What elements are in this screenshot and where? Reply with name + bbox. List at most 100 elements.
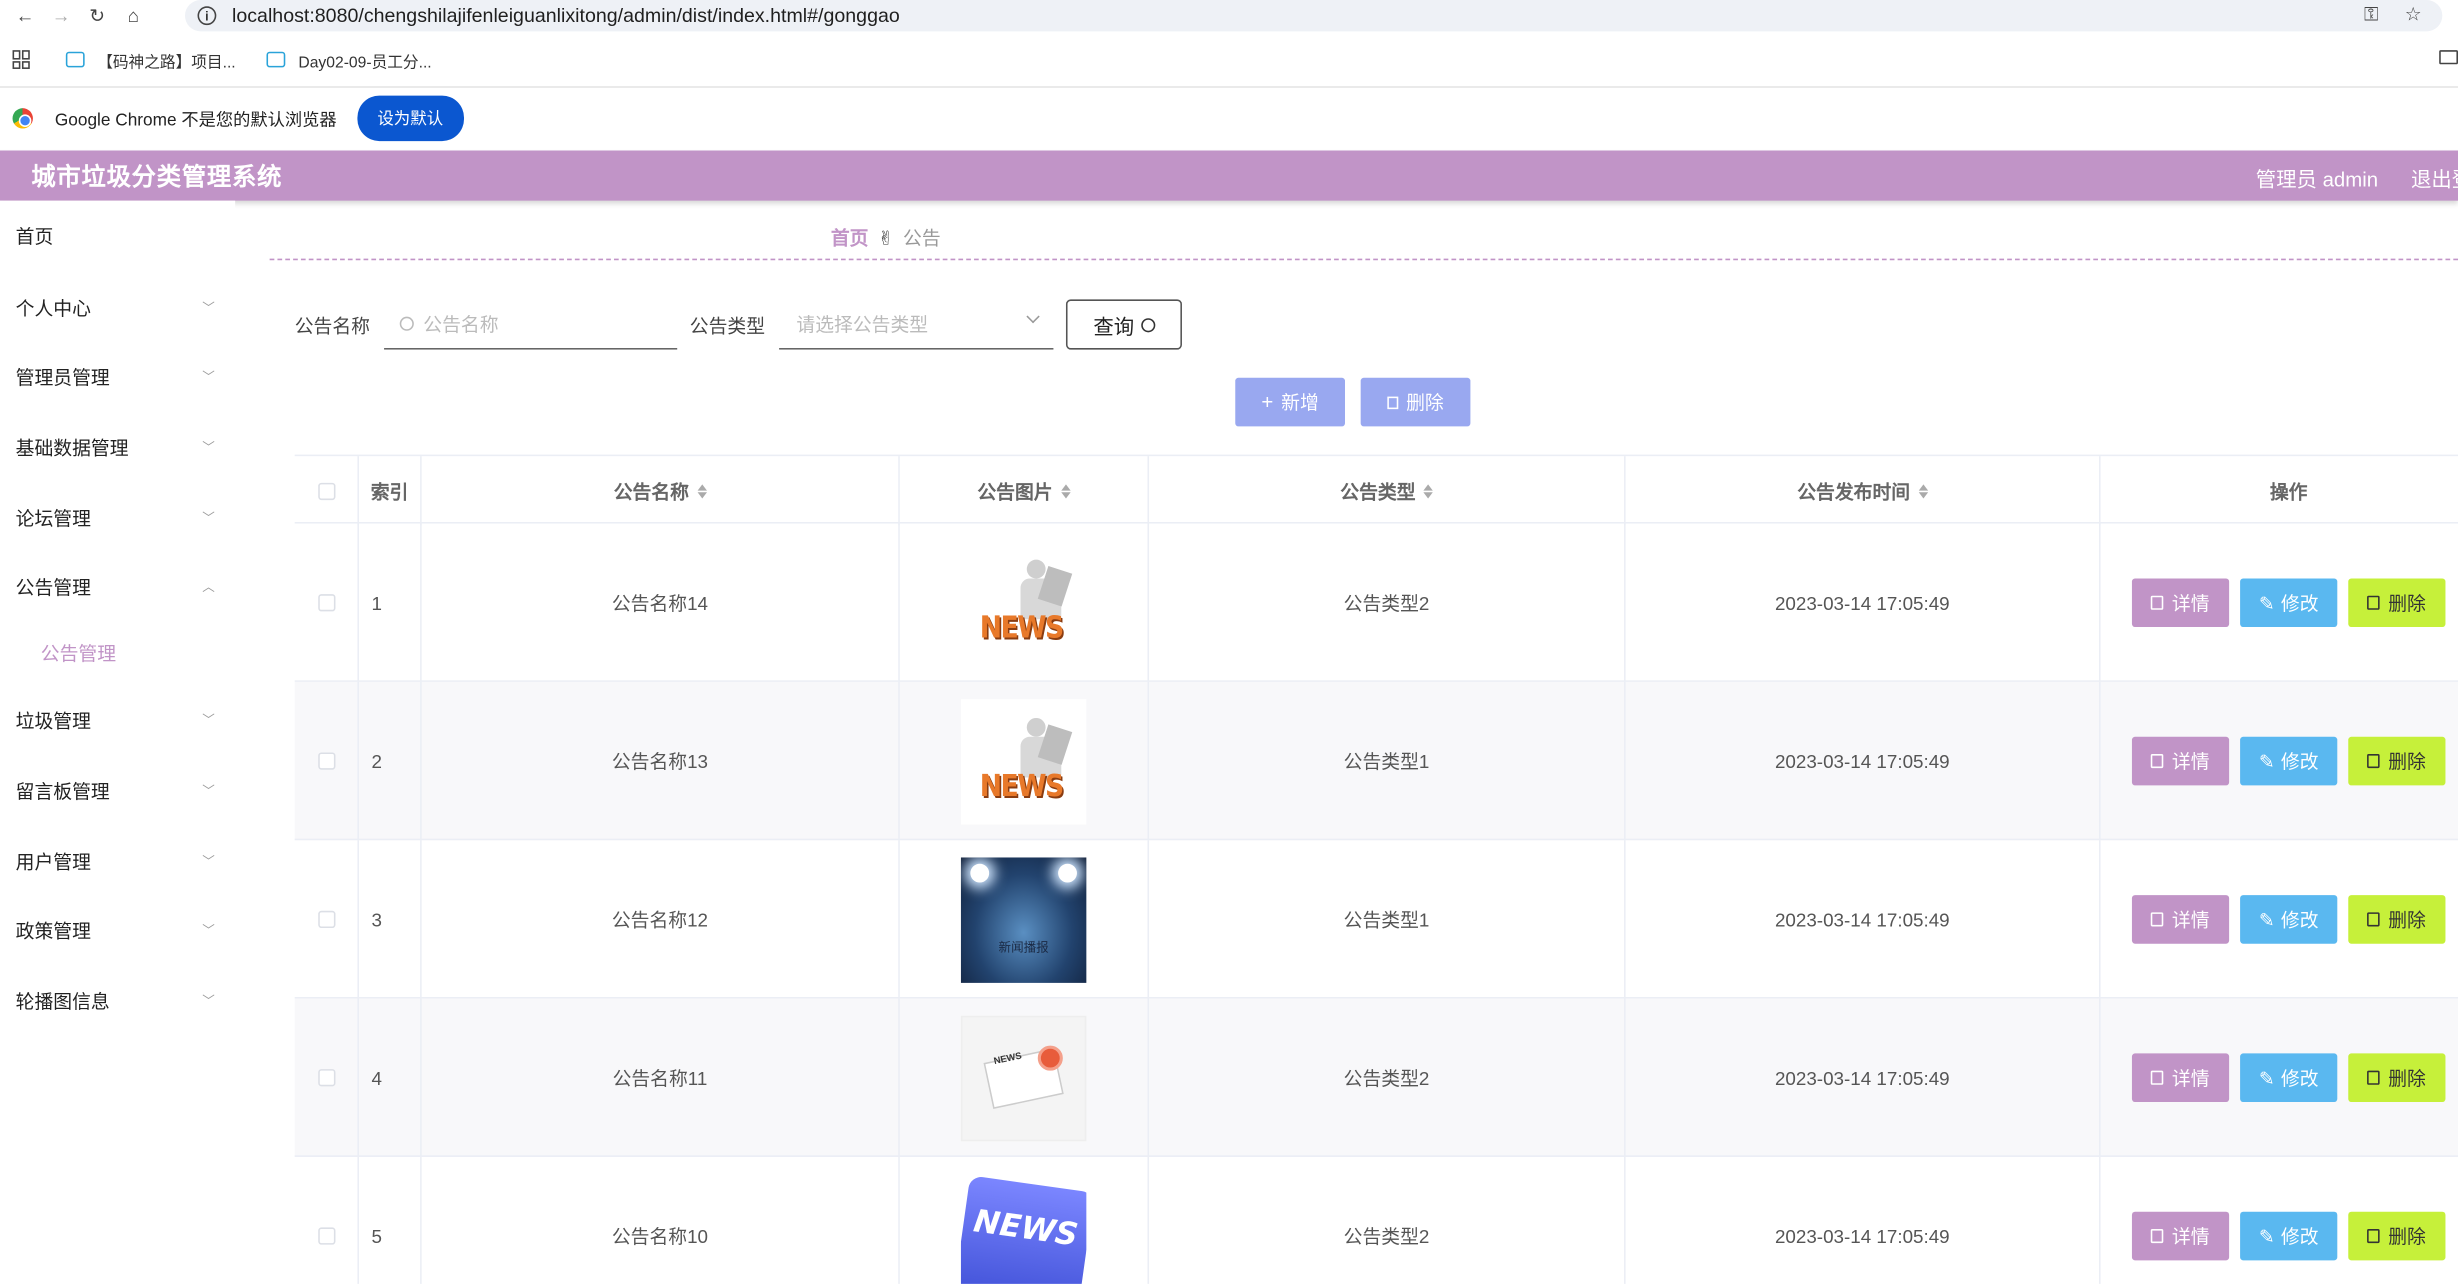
row-checkbox[interactable] [317,752,335,770]
edit-button[interactable]: ✎ 修改 [2240,578,2338,628]
sidebar-item-users[interactable]: 用户管理 ﹀ [0,826,235,895]
delete-button[interactable]: 删除 [2348,895,2446,944]
detail-label: 详情 [2171,1225,2210,1248]
sort-icon[interactable] [1917,483,1928,498]
browser-toolbar: ← → ↻ ⌂ i localhost:8080/chengshilajifen… [0,0,2458,32]
row-image-cell: NEWS [900,523,1150,682]
detail-button[interactable]: 详情 [2131,1053,2230,1103]
table-row: 1 公告名称14 NEWS 公告类型2 2023-03-14 17:05:49 … [294,523,2458,682]
sidebar-item-garbage[interactable]: 垃圾管理 ﹀ [0,685,235,754]
sidebar-item-message-board[interactable]: 留言板管理 ﹀ [0,756,235,825]
search-icon [399,316,414,331]
detail-button[interactable]: 详情 [2131,736,2230,786]
sidebar-item-policy[interactable]: 政策管理 ﹀ [0,895,235,964]
row-ops: 详情 ✎ 修改 删除 [2101,840,2458,998]
sidebar-item-forum[interactable]: 论坛管理 ﹀ [0,483,235,552]
sidebar-item-profile[interactable]: 个人中心 ﹀ [0,273,235,342]
table-row: 3 公告名称12 新闻播报 公告类型1 2023-03-14 17:05:49 … [294,840,2458,999]
address-url[interactable]: localhost:8080/chengshilajifenleiguanlix… [232,5,900,27]
sidebar-item-carousel[interactable]: 轮播图信息 ﹀ [0,966,235,1035]
key-icon[interactable]: ⚿ [2364,3,2378,27]
sidebar-item-admin[interactable]: 管理员管理 ﹀ [0,342,235,411]
apps-grid-icon[interactable] [12,50,32,69]
sidebar-subitem-notice-manage[interactable]: 公告管理 [41,640,116,667]
chevron-down-icon: ﹀ [202,439,215,454]
row-index: 4 [359,998,422,1157]
row-select-cell [295,681,359,841]
app-header: 城市垃圾分类管理系统 管理员 admin 退出登 [0,150,2458,201]
row-checkbox[interactable] [317,1227,335,1245]
logout-link[interactable]: 退出登 [2411,163,2458,193]
th-time[interactable]: 公告发布时间 [1626,456,2101,526]
bookmark-2-label: Day02-09-员工分... [298,54,432,72]
edit-button[interactable]: ✎ 修改 [2240,895,2338,944]
news-figure-image[interactable]: NEWS [960,698,1087,824]
sort-icon[interactable] [1423,483,1433,498]
row-checkbox[interactable] [317,910,335,929]
th-image[interactable]: 公告图片 [900,456,1150,526]
star-icon[interactable]: ☆ [2405,3,2422,25]
edit-button[interactable]: ✎ 修改 [2240,1053,2338,1103]
row-select-cell [295,523,359,682]
row-ops: 详情 ✎ 修改 删除 [2101,524,2458,682]
batch-delete-button[interactable]: 删除 [1360,377,1471,427]
sidebar-item-label: 政策管理 [15,919,91,942]
add-button[interactable]: + 新增 [1235,377,1346,427]
query-button[interactable]: 查询 [1066,299,1183,350]
site-info-icon[interactable]: i [197,6,217,26]
sidebar-item-label: 个人中心 [15,297,91,320]
sidebar-item-label: 轮播图信息 [15,989,110,1012]
reload-icon[interactable]: ↻ [86,5,108,27]
row-type: 公告类型1 [1149,840,1626,999]
address-bar[interactable]: i localhost:8080/chengshilajifenleiguanl… [184,0,2443,32]
notice-name-label: 公告名称 [294,314,370,337]
default-browser-infobar: Google Chrome 不是您的默认浏览器 设为默认 [0,86,2458,149]
home-icon[interactable]: ⌂ [122,5,144,27]
image-caption: 新闻播报 [998,939,1049,954]
row-index: 1 [359,523,422,682]
notice-name-input[interactable]: 公告名称 [384,299,678,350]
folder-icon[interactable] [2439,50,2458,65]
delete-button[interactable]: 删除 [2348,1211,2446,1261]
sidebar-item-home[interactable]: 首页 [0,201,235,270]
select-all-checkbox[interactable] [317,482,335,500]
delete-button[interactable]: 删除 [2348,736,2446,786]
notice-type-select[interactable]: 请选择公告类型 [779,299,1054,350]
forward-icon[interactable]: → [50,5,72,27]
edit-button[interactable]: ✎ 修改 [2240,1211,2338,1261]
row-image-cell: NEWS [900,681,1150,841]
th-name[interactable]: 公告名称 [422,456,900,526]
stage-spotlight-image[interactable]: 新闻播报 [960,856,1087,983]
back-icon[interactable]: ← [14,5,36,27]
bookmark-2[interactable]: Day02-09-员工分... [267,48,432,72]
delete-label: 删除 [2388,592,2426,615]
sidebar-item-basic-data[interactable]: 基础数据管理 ﹀ [0,412,235,481]
news-key-image[interactable]: NEWS [960,1173,1087,1284]
delete-button[interactable]: 删除 [2348,578,2446,628]
edit-button[interactable]: ✎ 修改 [2240,736,2338,786]
detail-button[interactable]: 详情 [2131,895,2230,944]
detail-button[interactable]: 详情 [2131,578,2230,628]
th-type[interactable]: 公告类型 [1149,456,1626,526]
news-figure-image[interactable]: NEWS [960,540,1087,666]
divider [269,258,2458,261]
select-all-cell [295,456,359,526]
th-ops: 操作 [2101,456,2458,525]
breadcrumb-home[interactable]: 首页 [831,224,869,251]
sort-icon[interactable] [696,483,707,498]
bilibili-icon [65,51,85,68]
set-default-button[interactable]: 设为默认 [356,95,464,142]
bookmarks-bar: 【码神之路】项目... Day02-09-员工分... [0,44,2458,75]
row-image-cell: NEWS [900,1156,1150,1284]
sort-icon[interactable] [1060,483,1070,498]
th-ops-label: 操作 [2269,480,2308,503]
row-checkbox[interactable] [317,594,335,612]
breadcrumb: 首页 ✌ 公告 [831,224,941,251]
detail-button[interactable]: 详情 [2131,1211,2230,1261]
newspaper-image[interactable]: NEWS [960,1015,1087,1141]
chevron-down-icon: ﹀ [202,369,215,384]
row-checkbox[interactable] [317,1069,335,1087]
delete-button[interactable]: 删除 [2348,1053,2446,1103]
sidebar-item-notice[interactable]: 公告管理 ︿ [0,552,235,621]
bookmark-1[interactable]: 【码神之路】项目... [65,48,236,71]
